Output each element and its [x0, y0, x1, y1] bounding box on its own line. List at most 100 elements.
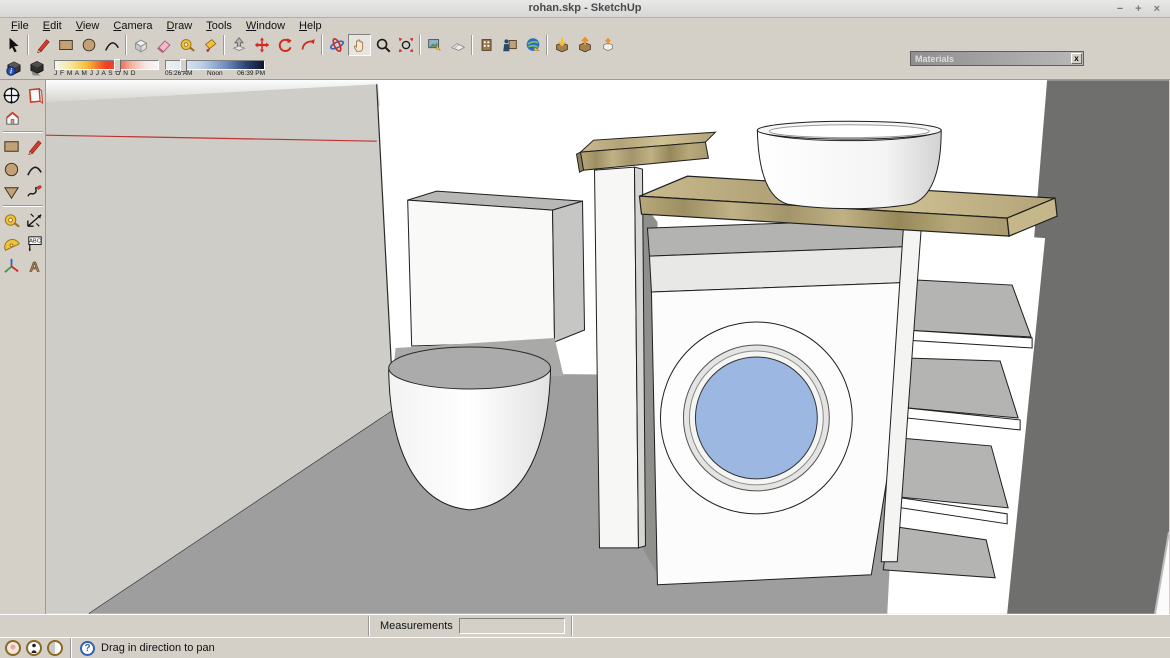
orbit-tool-button[interactable]	[325, 34, 348, 56]
pan-tool-button[interactable]	[348, 34, 371, 56]
3d-text-icon: A	[25, 257, 44, 276]
terrain-icon	[449, 36, 467, 54]
component-cube-icon	[132, 36, 150, 54]
photo-textures-button[interactable]	[475, 34, 498, 56]
freehand-icon	[25, 183, 44, 202]
magnifier-icon	[374, 36, 392, 54]
toggle-terrain-button[interactable]	[446, 34, 469, 56]
partition-column[interactable]	[595, 167, 646, 548]
circle-tool-button[interactable]	[77, 34, 100, 56]
arc-tool-button[interactable]	[100, 34, 123, 56]
get-current-view-button[interactable]	[423, 34, 446, 56]
rail-button-dimension[interactable]	[24, 209, 45, 231]
title-bar[interactable]: rohan.skp - SketchUp − + ×	[0, 0, 1170, 18]
rail-button-tape-measure[interactable]	[1, 209, 22, 231]
rail-button-compass[interactable]	[1, 84, 22, 106]
close-button[interactable]: ×	[1154, 1, 1160, 17]
shadow-month-slider[interactable]: J F M A M J J A S O N D	[54, 60, 159, 77]
menu-window[interactable]: Window	[239, 20, 292, 32]
model-viewport[interactable]	[46, 80, 1169, 614]
tape-measure-tool-button[interactable]	[175, 34, 198, 56]
month-slider-track[interactable]	[54, 60, 159, 70]
rail-button-line[interactable]	[24, 135, 45, 157]
toolbar-separator	[546, 35, 548, 55]
help-icon[interactable]: ?	[80, 641, 95, 656]
time-slider-thumb[interactable]	[180, 59, 187, 72]
paint-bucket-tool-button[interactable]	[198, 34, 221, 56]
shadow-settings-icon: i	[4, 58, 24, 78]
share-models-button[interactable]	[573, 34, 596, 56]
rail-button-text[interactable]: ABC	[24, 232, 45, 254]
zoom-extents-button[interactable]	[394, 34, 417, 56]
model-status-icon[interactable]	[47, 640, 63, 656]
house-icon	[3, 109, 22, 128]
rail-button-3d-text[interactable]: A	[24, 255, 45, 277]
time-end-label: 06:39 PM	[237, 70, 265, 77]
zoom-extents-icon	[397, 36, 415, 54]
offset-tool-button[interactable]	[296, 34, 319, 56]
menu-help[interactable]: Help	[292, 20, 329, 32]
vessel-sink[interactable]	[757, 121, 941, 208]
sketchup-window: rohan.skp - SketchUp − + × File Edit Vie…	[0, 0, 1170, 658]
rail-separator	[3, 131, 43, 133]
rail-button-house-view[interactable]	[2, 107, 23, 129]
menu-view[interactable]: View	[69, 20, 107, 32]
measurebar-separator	[571, 616, 573, 636]
compass-icon	[2, 86, 21, 105]
measurements-input[interactable]	[459, 618, 565, 634]
materials-panel-title: Materials	[911, 54, 1071, 64]
rectangle-tool-button[interactable]	[54, 34, 77, 56]
rotate-tool-button[interactable]	[273, 34, 296, 56]
maximize-button[interactable]: +	[1135, 1, 1141, 17]
select-tool-button[interactable]	[2, 34, 25, 56]
box-download-icon	[553, 36, 571, 54]
menu-tools[interactable]: Tools	[199, 20, 239, 32]
rail-button-rectangle[interactable]	[1, 135, 22, 157]
toilet-tank-box[interactable]	[408, 191, 585, 346]
rail-button-polygon[interactable]	[1, 181, 22, 203]
add-new-building-button[interactable]	[498, 34, 521, 56]
building-icon	[478, 36, 496, 54]
rail-button-plane-view[interactable]	[24, 84, 45, 106]
rotate-icon	[276, 36, 294, 54]
eraser-tool-button[interactable]	[152, 34, 175, 56]
dimension-icon	[25, 211, 44, 230]
washer-door[interactable]	[660, 322, 852, 514]
shadow-toggle-button[interactable]	[25, 57, 48, 79]
rail-button-arc[interactable]	[24, 158, 45, 180]
minimize-button[interactable]: −	[1117, 1, 1123, 17]
share-component-button[interactable]	[596, 34, 619, 56]
menu-draw[interactable]: Draw	[160, 20, 200, 32]
rectangle-icon	[2, 137, 21, 156]
materials-panel[interactable]: Materials x	[910, 51, 1084, 66]
measurebar-separator	[368, 616, 370, 636]
materials-close-button[interactable]: x	[1071, 53, 1082, 64]
google-earth-button[interactable]	[521, 34, 544, 56]
menu-camera[interactable]: Camera	[106, 20, 159, 32]
make-component-button[interactable]	[129, 34, 152, 56]
rectangle-icon	[57, 36, 75, 54]
protractor-icon	[2, 234, 21, 253]
rail-button-protractor[interactable]	[1, 232, 22, 254]
status-hint-text: Drag in direction to pan	[101, 642, 215, 654]
push-pull-tool-button[interactable]	[227, 34, 250, 56]
menu-bar: File Edit View Camera Draw Tools Window …	[0, 18, 1170, 33]
month-slider-thumb[interactable]	[114, 59, 121, 72]
rail-button-freehand[interactable]	[24, 181, 45, 203]
get-models-button[interactable]	[550, 34, 573, 56]
credit-status-icon[interactable]	[26, 640, 42, 656]
red-plane-icon	[25, 86, 44, 105]
move-tool-button[interactable]	[250, 34, 273, 56]
rail-button-circle[interactable]	[1, 158, 22, 180]
shadow-settings-button[interactable]: i	[2, 57, 25, 79]
line-tool-button[interactable]	[31, 34, 54, 56]
geolocation-status-icon[interactable]	[5, 640, 21, 656]
menu-file[interactable]: File	[4, 20, 36, 32]
rail-button-axes[interactable]	[1, 255, 22, 277]
shadow-time-slider[interactable]: 05:26 AM Noon 06:39 PM	[165, 60, 265, 77]
photo-view-icon	[426, 36, 444, 54]
menu-edit[interactable]: Edit	[36, 20, 69, 32]
move-icon	[253, 36, 271, 54]
model-canvas[interactable]	[46, 80, 1169, 614]
zoom-tool-button[interactable]	[371, 34, 394, 56]
